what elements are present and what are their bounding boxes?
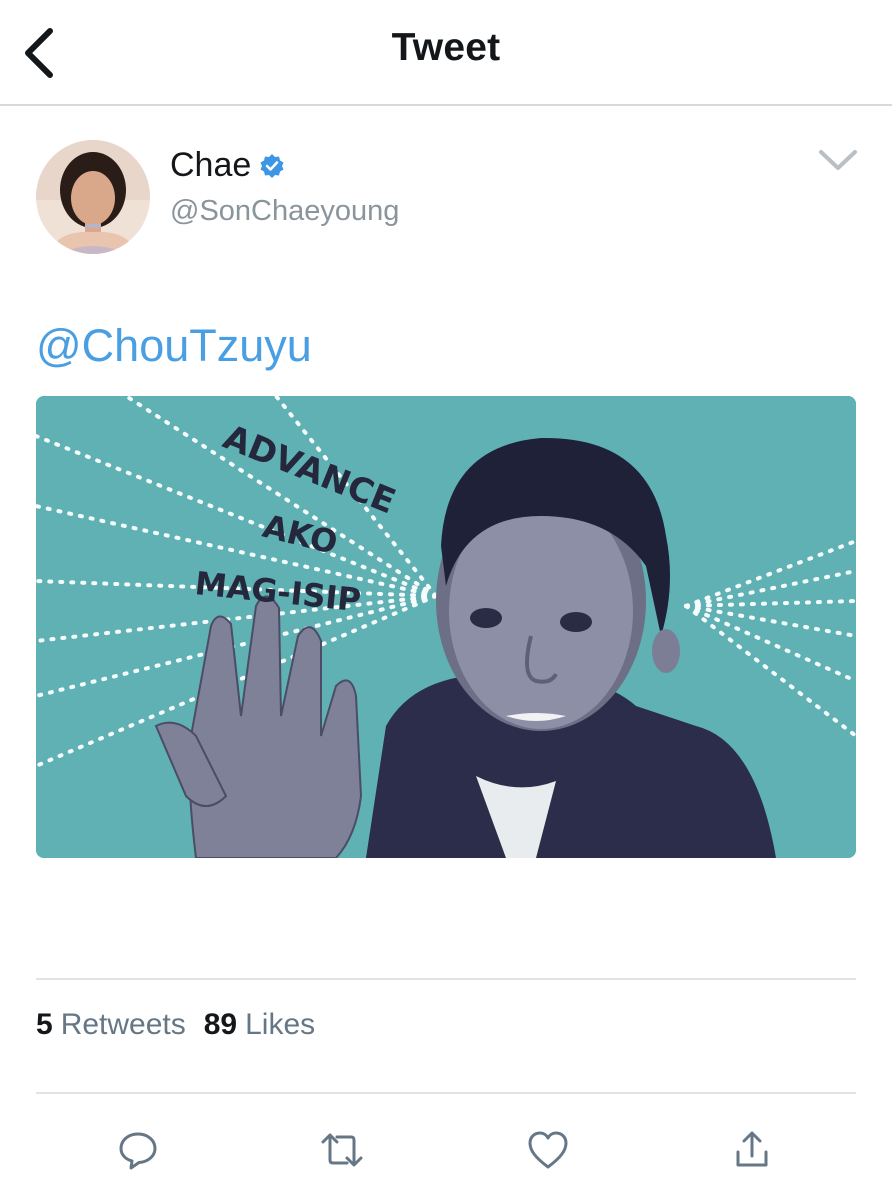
like-button[interactable] [520, 1122, 576, 1178]
verified-badge-icon [260, 153, 284, 178]
share-button[interactable] [724, 1122, 780, 1178]
reply-button[interactable] [110, 1122, 166, 1178]
likes-count: 89 [203, 1008, 238, 1041]
retweets-label: Retweets [60, 1008, 186, 1041]
reply-icon [119, 1132, 157, 1170]
chevron-down-icon [819, 150, 857, 170]
retweets-stat[interactable]: 5 Retweets [36, 1008, 186, 1042]
page-title: Tweet [391, 26, 501, 69]
engagement-stats: 5 Retweets 89 Likes [36, 1008, 315, 1042]
tweet-media[interactable]: ADVANCE AKO MAG-ISIP [36, 396, 856, 858]
mention-link[interactable]: @ChouTzuyu [36, 320, 312, 371]
retweet-button[interactable] [314, 1122, 370, 1178]
top-nav-bar: Tweet [0, 0, 892, 106]
retweets-count: 5 [36, 1008, 53, 1041]
tweet-text: @ChouTzuyu [36, 320, 312, 372]
likes-stat[interactable]: 89 Likes [204, 1008, 315, 1042]
author-name-row[interactable]: Chae [170, 146, 285, 185]
action-bar [0, 1114, 892, 1180]
display-name: Chae [170, 146, 252, 184]
avatar[interactable] [36, 140, 150, 254]
divider-top [36, 978, 856, 980]
likes-label: Likes [245, 1008, 316, 1041]
author-handle[interactable]: @SonChaeyoung [170, 195, 399, 228]
divider-bottom [36, 1092, 856, 1094]
like-icon [528, 1131, 568, 1169]
avatar-photo [36, 140, 150, 254]
retweet-icon [321, 1133, 363, 1167]
tweet-options-button[interactable] [812, 140, 864, 180]
share-icon [736, 1131, 768, 1167]
meme-image: ADVANCE AKO MAG-ISIP [36, 396, 856, 858]
